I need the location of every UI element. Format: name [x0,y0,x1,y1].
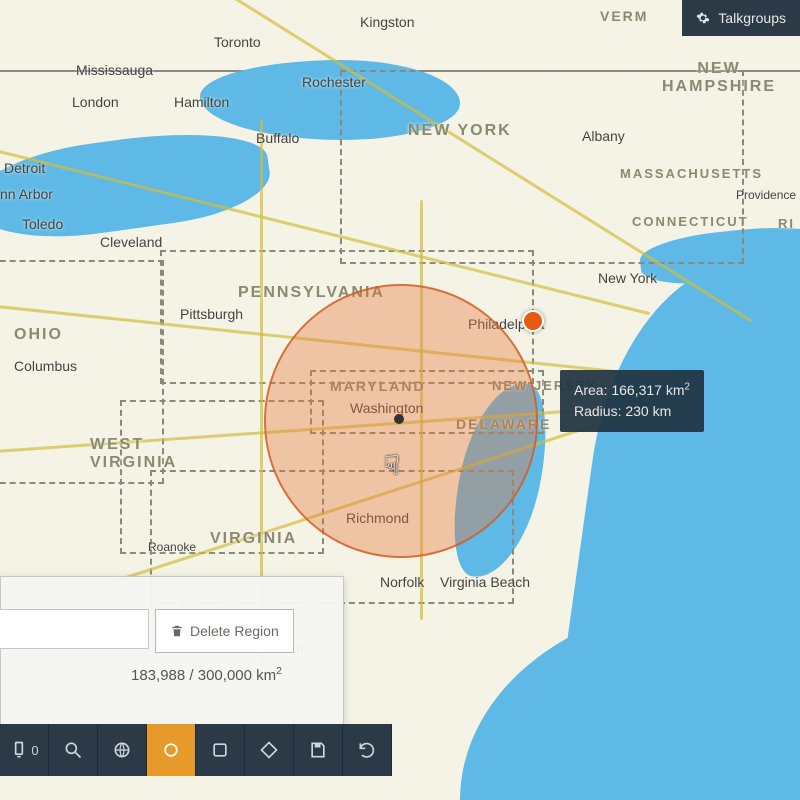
diamond-icon [259,740,279,760]
gear-icon [696,11,710,25]
region-info-tooltip: Area: 166,317 km2 Radius: 230 km [560,370,704,432]
delete-region-button[interactable]: Delete Region [155,609,294,653]
area-label: Area: [574,382,607,398]
circle-region-center[interactable] [394,414,404,424]
tool-polygon-region[interactable] [245,724,294,776]
talkgroups-label: Talkgroups [718,10,786,26]
area-usage-readout: 183,988 / 300,000 km2 [131,665,282,684]
tool-circle-region[interactable] [147,724,196,776]
tool-save[interactable] [294,724,343,776]
device-icon [9,740,29,760]
delete-region-label: Delete Region [190,623,279,639]
tool-devices[interactable]: 0 [0,724,49,776]
area-value: 166,317 km [611,382,684,398]
trash-icon [170,624,184,638]
undo-icon [357,740,377,760]
square-icon [210,740,230,760]
usage-current: 183,988 [131,667,185,684]
radius-value: 230 km [625,403,671,419]
save-icon [308,740,328,760]
tool-undo[interactable] [343,724,392,776]
usage-sep: / [185,667,198,684]
device-count: 0 [31,743,38,758]
tool-globe[interactable] [98,724,147,776]
map-toolbar: 0 [0,724,392,776]
radius-label: Radius: [574,403,621,419]
region-panel: Delete Region 183,988 / 300,000 km2 [0,576,344,726]
circle-region-edge-handle[interactable] [522,310,544,332]
usage-max: 300,000 km [198,667,276,684]
border-new-york [340,70,744,264]
globe-icon [112,740,132,760]
search-icon [63,740,83,760]
map-viewport[interactable]: OHIO PENNSYLVANIA NEW YORK NEW HAMPSHIRE… [0,0,800,800]
tool-search[interactable] [49,724,98,776]
region-name-input[interactable] [0,609,149,649]
talkgroups-button[interactable]: Talkgroups [682,0,800,36]
tool-rectangle-region[interactable] [196,724,245,776]
circle-icon [161,740,181,760]
